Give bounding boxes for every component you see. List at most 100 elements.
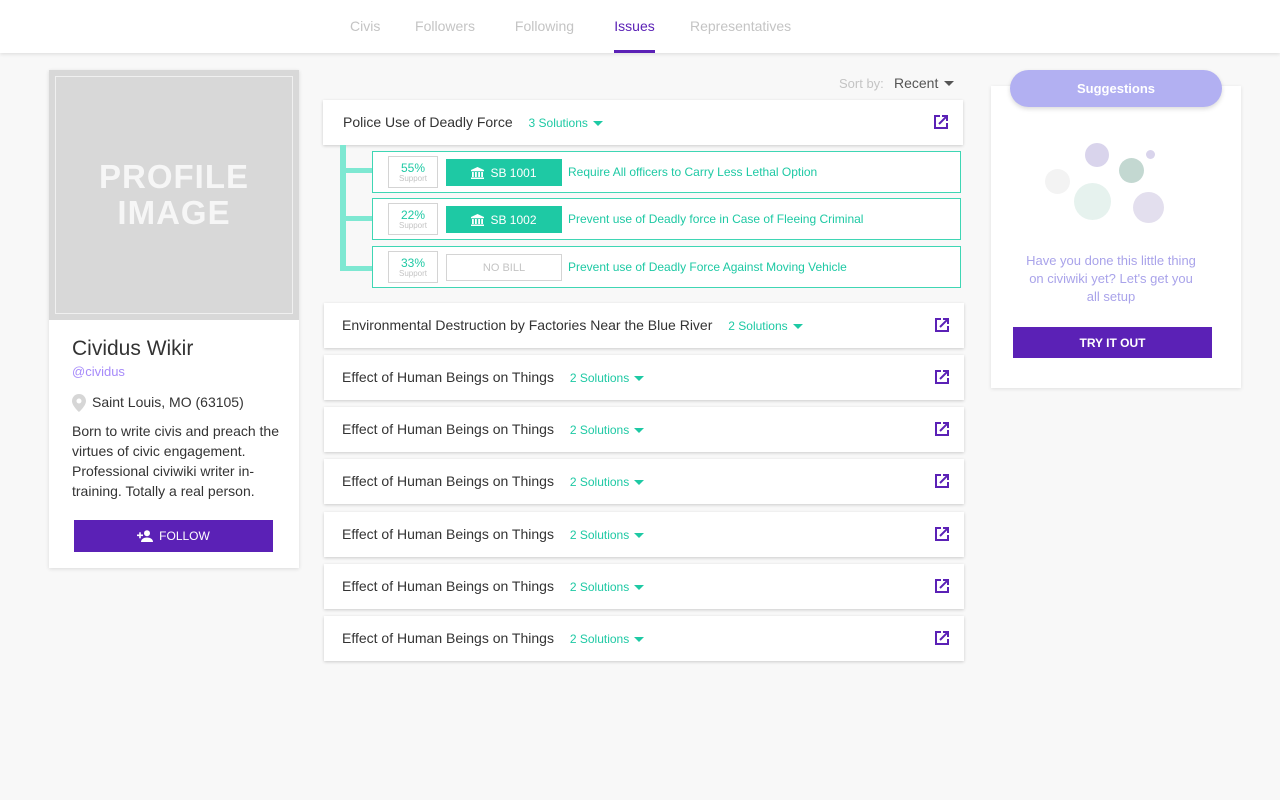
solutions-toggle[interactable]: 2 Solutions [569, 528, 645, 542]
issue-title[interactable]: Effect of Human Beings on Things [342, 578, 554, 594]
chevron-down-icon [634, 636, 645, 642]
open-external-icon[interactable] [933, 472, 951, 490]
support-label: Support [398, 221, 428, 230]
profile-card: PROFILE IMAGE Cividus Wikir @cividus Sai… [49, 70, 299, 568]
issue-card[interactable]: Effect of Human Beings on Things 2 Solut… [324, 564, 964, 609]
solution-text[interactable]: Prevent use of Deadly Force Against Movi… [568, 260, 847, 274]
profile-image-placeholder: PROFILE IMAGE [98, 158, 249, 231]
support-percent-value: 55% [400, 161, 426, 175]
chevron-down-icon [634, 532, 645, 538]
profile-image: PROFILE IMAGE [49, 70, 299, 320]
issue-title[interactable]: Effect of Human Beings on Things [342, 526, 554, 542]
issue-title[interactable]: Police Use of Deadly Force [343, 114, 513, 130]
capitol-building-icon [471, 213, 485, 226]
tree-connector [346, 216, 372, 221]
support-percent-value: 22% [400, 208, 426, 222]
issue-title[interactable]: Effect of Human Beings on Things [342, 630, 554, 646]
solutions-count: 2 Solutions [569, 371, 630, 385]
map-pin-icon [72, 394, 86, 412]
solutions-toggle[interactable]: 3 Solutions [529, 116, 603, 130]
bill-button[interactable]: SB 1002 [446, 206, 562, 233]
sort-dropdown[interactable]: Recent [894, 75, 955, 91]
bubble-decoration [1119, 158, 1144, 183]
issue-card[interactable]: Effect of Human Beings on Things 2 Solut… [324, 459, 964, 504]
open-external-icon[interactable] [933, 577, 951, 595]
solutions-count: 2 Solutions [569, 475, 630, 489]
open-external-icon[interactable] [933, 525, 951, 543]
tab-issues[interactable]: Issues [614, 0, 655, 53]
issue-title[interactable]: Effect of Human Beings on Things [342, 369, 554, 385]
sort-label: Sort by: [839, 76, 884, 91]
chevron-down-icon [634, 479, 645, 485]
support-percent: 55% Support [388, 156, 438, 188]
profile-bio: Born to write civis and preach the virtu… [72, 423, 279, 499]
person-add-icon [137, 530, 154, 542]
capitol-building-icon [471, 166, 485, 179]
solution-row[interactable]: 33% Support NO BILL Prevent use of Deadl… [372, 246, 961, 288]
solutions-toggle[interactable]: 2 Solutions [728, 319, 803, 333]
suggestions-title: Suggestions [1010, 70, 1222, 107]
chevron-down-icon [634, 375, 645, 381]
sort-value: Recent [894, 75, 939, 91]
issue-card[interactable]: Police Use of Deadly Force 3 Solutions [323, 100, 963, 145]
solutions-toggle[interactable]: 2 Solutions [569, 580, 645, 594]
solutions-count: 2 Solutions [569, 423, 630, 437]
tab-civis[interactable]: Civis [350, 0, 380, 53]
try-it-out-button[interactable]: TRY IT OUT [1013, 327, 1212, 358]
solutions-count: 2 Solutions [728, 319, 788, 333]
chevron-down-icon [634, 584, 645, 590]
profile-name: Cividus Wikir [72, 337, 194, 360]
profile-handle[interactable]: @cividus [72, 364, 125, 379]
chevron-down-icon [944, 80, 955, 86]
suggestions-text: Have you done this little thing on civiw… [1026, 253, 1196, 304]
tab-followers[interactable]: Followers [415, 0, 475, 53]
tab-representatives[interactable]: Representatives [690, 0, 791, 53]
chevron-down-icon [634, 427, 645, 433]
open-external-icon[interactable] [933, 368, 951, 386]
solutions-count: 2 Solutions [569, 528, 630, 542]
solutions-toggle[interactable]: 2 Solutions [569, 423, 645, 437]
support-percent: 33% Support [388, 251, 438, 283]
chevron-down-icon [592, 120, 603, 126]
tree-connector [346, 266, 372, 271]
chevron-down-icon [792, 323, 803, 329]
issue-card[interactable]: Effect of Human Beings on Things 2 Solut… [324, 512, 964, 557]
solution-text[interactable]: Require All officers to Carry Less Letha… [568, 165, 817, 179]
issue-title[interactable]: Effect of Human Beings on Things [342, 473, 554, 489]
top-nav: Civis Followers Following Issues Represe… [0, 0, 1280, 53]
issue-card[interactable]: Effect of Human Beings on Things 2 Solut… [324, 355, 964, 400]
solutions-toggle[interactable]: 2 Solutions [569, 371, 645, 385]
solutions-toggle[interactable]: 2 Solutions [569, 475, 645, 489]
issue-card[interactable]: Effect of Human Beings on Things 2 Solut… [324, 407, 964, 452]
bubble-decoration [1146, 150, 1155, 159]
follow-button-label: FOLLOW [159, 529, 210, 543]
support-percent-value: 33% [400, 256, 426, 270]
no-bill-badge: NO BILL [446, 254, 562, 281]
issue-title[interactable]: Effect of Human Beings on Things [342, 421, 554, 437]
open-external-icon[interactable] [933, 629, 951, 647]
open-external-icon[interactable] [933, 316, 951, 334]
tab-following[interactable]: Following [514, 0, 575, 53]
bill-button[interactable]: SB 1001 [446, 159, 562, 186]
bubble-decoration [1045, 169, 1070, 194]
support-percent: 22% Support [388, 203, 438, 235]
issue-card[interactable]: Effect of Human Beings on Things 2 Solut… [324, 616, 964, 661]
open-external-icon[interactable] [933, 420, 951, 438]
bill-label: SB 1001 [490, 165, 537, 180]
tree-connector [346, 168, 372, 173]
solution-row[interactable]: 22% Support SB 1002 Prevent use of Deadl… [372, 198, 961, 240]
bubble-decoration [1085, 143, 1109, 167]
open-external-icon[interactable] [932, 113, 950, 131]
solutions-toggle[interactable]: 2 Solutions [570, 632, 645, 646]
issue-card[interactable]: Environmental Destruction by Factories N… [324, 303, 964, 348]
tree-connector [340, 145, 346, 271]
bill-label: SB 1002 [490, 212, 537, 227]
solution-text[interactable]: Prevent use of Deadly force in Case of F… [568, 212, 863, 226]
bubble-decoration [1133, 192, 1164, 223]
issue-title[interactable]: Environmental Destruction by Factories N… [342, 317, 712, 333]
solutions-count: 2 Solutions [569, 580, 630, 594]
solution-row[interactable]: 55% Support SB 1001 Require All officers… [372, 151, 961, 193]
support-label: Support [398, 174, 428, 183]
follow-button[interactable]: FOLLOW [74, 520, 273, 552]
profile-location: Saint Louis, MO (63105) [92, 394, 244, 410]
